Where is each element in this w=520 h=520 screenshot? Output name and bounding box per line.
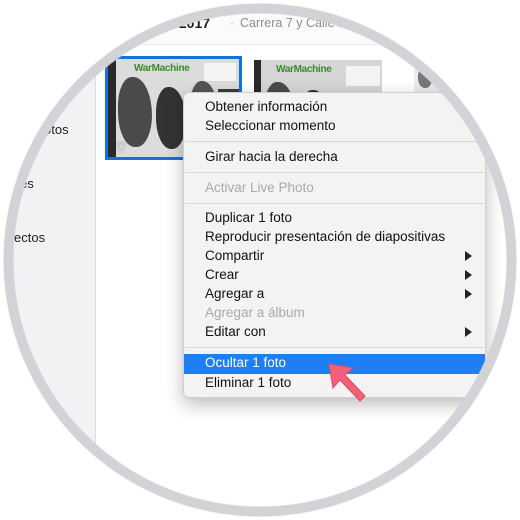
menu-item-create[interactable]: Crear: [184, 266, 485, 285]
menu-item-enable-live-photo: Activar Live Photo: [205, 180, 314, 195]
menu-separator: [185, 347, 484, 348]
menu-item-edit-with[interactable]: Editar con: [184, 323, 485, 342]
submenu-arrow-icon: [465, 270, 472, 280]
menu-item-add-to-album: Agregar a álbum: [205, 305, 305, 320]
menu-item-select-moment[interactable]: Seleccionar momento: [184, 117, 485, 136]
menu-item-slideshow[interactable]: Reproducir presentación de diapositivas: [184, 228, 485, 247]
sidebar-item-photos[interactable]: otos: [44, 122, 69, 137]
menu-item-add-to[interactable]: Agregar a: [184, 285, 485, 304]
header-separator: ·: [230, 16, 234, 30]
thumbnail-title: WarMachine: [134, 63, 190, 74]
menu-separator: [185, 172, 484, 173]
submenu-arrow-icon: [465, 289, 472, 299]
sidebar-item-3[interactable]: ectos: [14, 230, 45, 245]
photos-app-window: otos es ectos l. de 2017 · Carrera 7 y C…: [0, 0, 520, 520]
menu-item-duplicate[interactable]: Duplicar 1 foto: [184, 209, 485, 228]
moment-date: l. de 2017: [147, 15, 211, 31]
submenu-arrow-icon: [465, 251, 472, 261]
menu-separator: [185, 203, 484, 204]
menu-item-share[interactable]: Compartir: [184, 247, 485, 266]
menu-item-rotate-right[interactable]: Girar hacia la derecha: [184, 148, 485, 167]
screenshot-stage: otos es ectos l. de 2017 · Carrera 7 y C…: [0, 0, 520, 520]
menu-item-get-info[interactable]: Obtener información: [184, 98, 485, 117]
moment-location[interactable]: Carrera 7 y Calle 11: [240, 16, 351, 30]
sidebar-item-2[interactable]: es: [20, 176, 34, 191]
submenu-arrow-icon: [465, 327, 472, 337]
menu-separator: [185, 141, 484, 142]
arrow-pointer-icon: [328, 363, 366, 402]
sidebar: otos es ectos: [0, 0, 96, 520]
heart-icon[interactable]: ♡: [115, 140, 127, 156]
thumbnail-title: WarMachine: [276, 64, 332, 75]
context-menu: Obtener información Seleccionar momento …: [183, 92, 486, 398]
